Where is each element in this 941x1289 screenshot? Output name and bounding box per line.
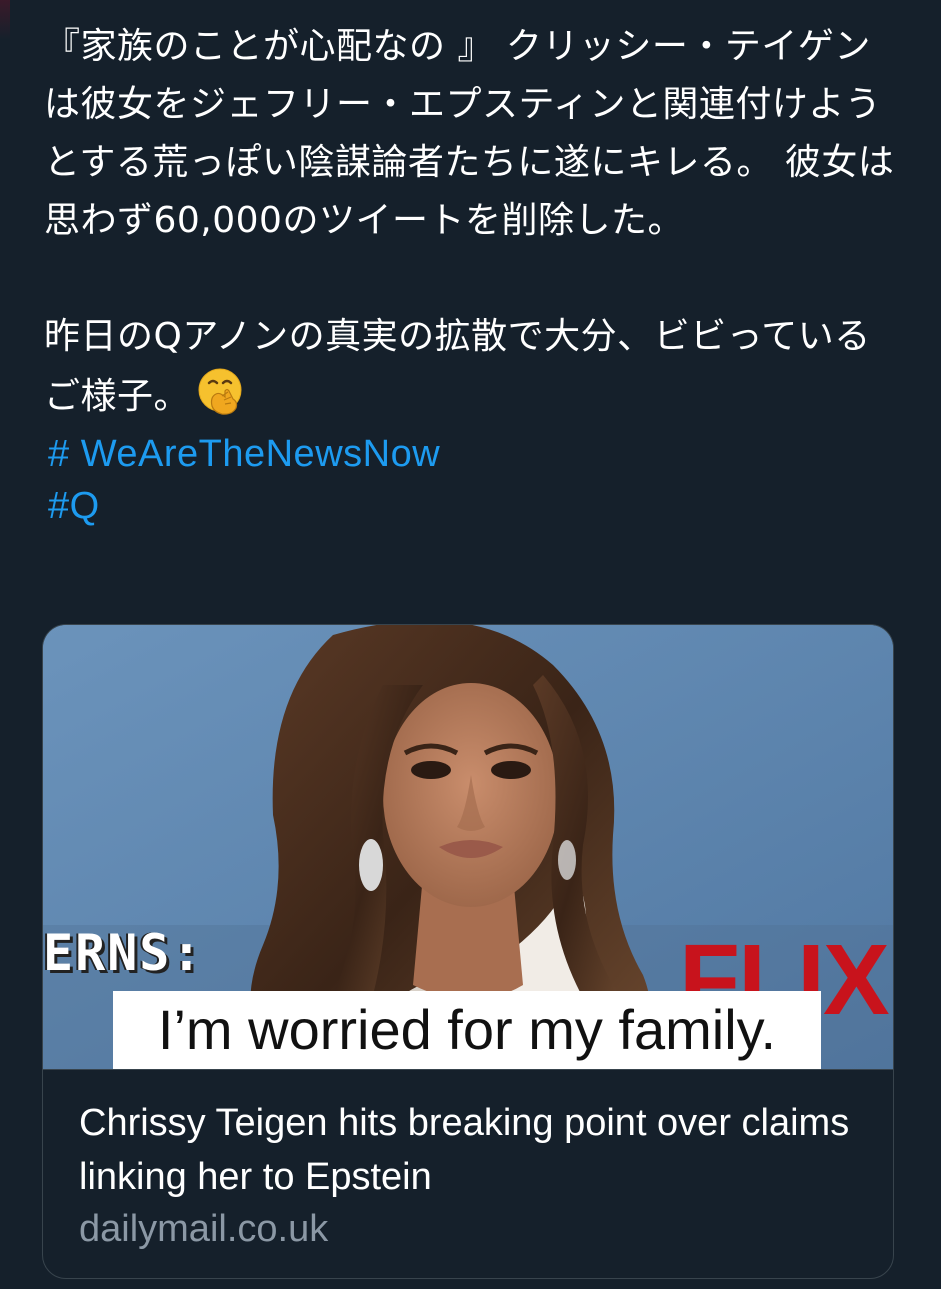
link-card-body[interactable]: Chrissy Teigen hits breaking point over … — [43, 1069, 893, 1278]
link-card-domain: dailymail.co.uk — [79, 1208, 329, 1250]
image-caption: I’m worried for my family. — [113, 991, 821, 1069]
tweet-paragraph-1: 『家族のことが心配なの 』 クリッシー・テイゲンは彼女をジェフリー・エプスティン… — [44, 26, 895, 241]
tweet: 『家族のことが心配なの 』 クリッシー・テイゲンは彼女をジェフリー・エプスティン… — [0, 0, 941, 1289]
face-with-hand-over-mouth-icon — [198, 368, 242, 415]
link-card[interactable]: ERNS: FLIX I’m worried for my family. Ch… — [42, 624, 894, 1279]
tweet-text: 『家族のことが心配なの 』 クリッシー・テイゲンは彼女をジェフリー・エプスティン… — [44, 18, 904, 532]
hashtag-wearethenewsnow[interactable]: # WeAreTheNewsNow — [48, 428, 904, 480]
link-card-title[interactable]: Chrissy Teigen hits breaking point over … — [79, 1096, 869, 1204]
hashtag-q[interactable]: #Q — [48, 480, 904, 532]
tweet-paragraph-2: 昨日のQアノンの真実の拡散で大分、ビビっているご様子。 — [44, 308, 904, 426]
image-overlay-left-text: ERNS: — [43, 924, 204, 982]
link-card-image[interactable]: ERNS: FLIX I’m worried for my family. — [43, 625, 893, 1069]
tweet-paragraph-2-text: 昨日のQアノンの真実の拡散で大分、ビビっているご様子。 — [44, 316, 871, 417]
